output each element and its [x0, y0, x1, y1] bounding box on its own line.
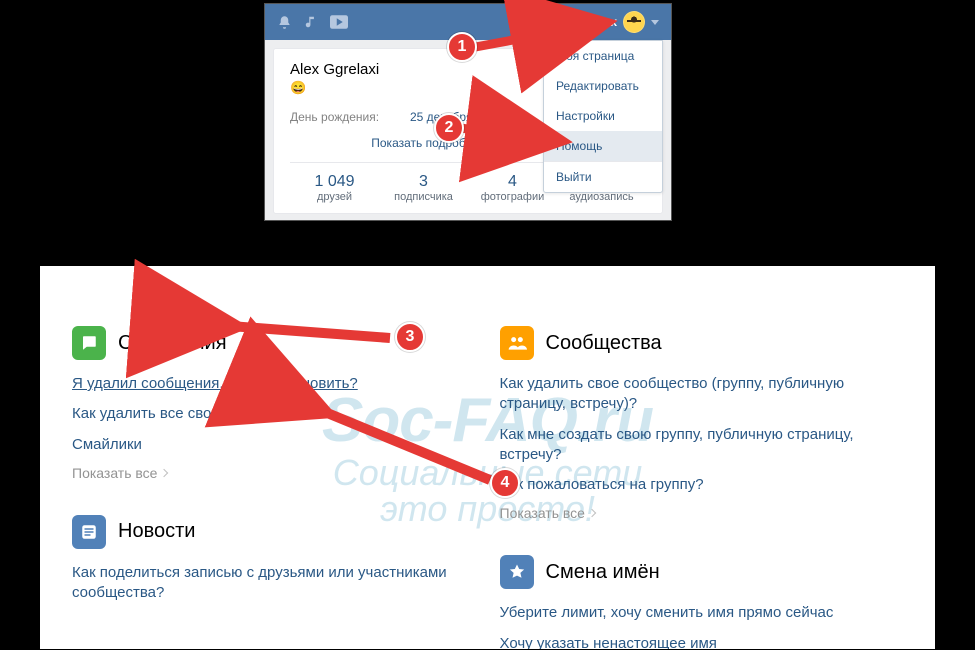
- news-title: Новости: [118, 520, 195, 543]
- annotation-badge-3: 3: [395, 322, 425, 352]
- category-communities: Сообщества Как удалить свое сообщество (…: [500, 326, 904, 521]
- arrow-3: [220, 316, 400, 361]
- news-icon: [72, 515, 106, 549]
- annotation-badge-4: 4: [490, 468, 520, 498]
- notifications-icon[interactable]: [277, 15, 292, 30]
- stat-friends[interactable]: 1 049друзей: [290, 163, 379, 213]
- arrow-4: [310, 400, 500, 495]
- messages-link-1[interactable]: Я удалил сообщения. Как восстановить?: [72, 374, 476, 394]
- music-icon[interactable]: [304, 15, 318, 29]
- rename-link-1[interactable]: Уберите лимит, хочу сменить имя прямо се…: [500, 603, 904, 623]
- arrow-2: [460, 118, 570, 153]
- communities-show-all[interactable]: Показать все: [500, 505, 904, 521]
- menu-edit[interactable]: Редактировать: [544, 71, 662, 101]
- rename-icon: [500, 555, 534, 589]
- annotation-badge-2: 2: [434, 113, 464, 143]
- category-news: Новости Как поделиться записью с друзьям…: [72, 515, 476, 604]
- category-rename: Смена имён Уберите лимит, хочу сменить и…: [500, 555, 904, 649]
- caret-down-icon: [651, 20, 659, 25]
- communities-link-3[interactable]: Как пожаловаться на группу?: [500, 475, 904, 495]
- stat-followers[interactable]: 3подписчика: [379, 163, 468, 213]
- communities-icon: [500, 326, 534, 360]
- communities-link-1[interactable]: Как удалить свое сообщество (группу, пуб…: [500, 374, 904, 415]
- rename-title: Смена имён: [546, 561, 660, 584]
- news-link-1[interactable]: Как поделиться записью с друзьями или уч…: [72, 563, 476, 604]
- birthday-label: День рождения:: [290, 110, 410, 124]
- chevron-right-icon: [160, 469, 168, 477]
- chevron-right-icon: [588, 509, 596, 517]
- messages-title: Сообщения: [118, 332, 227, 355]
- avatar: [623, 11, 645, 33]
- topbar-left-icons: [277, 15, 348, 30]
- communities-link-2[interactable]: Как мне создать свою группу, публичную с…: [500, 425, 904, 466]
- play-icon[interactable]: [330, 15, 348, 29]
- annotation-badge-1: 1: [447, 32, 477, 62]
- messages-icon: [72, 326, 106, 360]
- communities-title: Сообщества: [546, 332, 662, 355]
- arrow-1: [470, 20, 620, 65]
- rename-link-2[interactable]: Хочу указать ненастоящее имя: [500, 634, 904, 650]
- menu-exit[interactable]: Выйти: [544, 162, 662, 192]
